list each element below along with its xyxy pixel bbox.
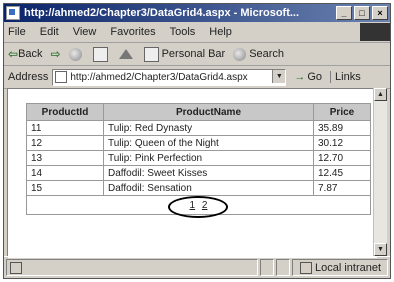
cell-productname: Tulip: Queen of the Night [103,135,314,151]
stop-button[interactable] [68,47,85,61]
zone-label: Local intranet [315,261,382,274]
links-button[interactable]: Links [330,71,361,83]
refresh-icon [92,46,108,62]
cell-productname: Tulip: Pink Perfection [103,150,314,166]
status-text [6,259,258,276]
address-url: http://ahmed2/Chapter3/DataGrid4.aspx [70,71,248,83]
cell-price: 30.12 [313,135,371,151]
menu-favorites[interactable]: Favorites [110,26,155,38]
menu-bar: File Edit View Favorites Tools Help [4,22,390,43]
address-input[interactable]: http://ahmed2/Chapter3/DataGrid4.aspx ▼ [52,68,287,86]
personal-bar-button[interactable]: Personal Bar [143,46,226,62]
back-label: Back [18,48,43,60]
go-button[interactable]: → Go [294,71,322,83]
ie-icon [6,6,20,20]
cell-price: 12.70 [313,150,371,166]
personal-bar-icon [143,46,159,62]
page-icon [55,71,68,83]
menu-help[interactable]: Help [209,26,232,38]
highlight-oval [167,195,228,218]
column-header-productid: ProductId [26,103,104,121]
menu-file[interactable]: File [8,26,26,38]
scroll-up-icon[interactable]: ▲ [374,88,387,101]
maximize-button[interactable]: □ [354,6,370,20]
forward-button[interactable]: ⇨ [51,47,61,61]
personal-bar-label: Personal Bar [161,48,226,60]
table-row: 14 Daffodil: Sweet Kisses 12.45 [26,165,371,181]
table-row: 13 Tulip: Pink Perfection 12.70 [26,150,371,166]
table-row: 11 Tulip: Red Dynasty 35.89 [26,120,371,136]
page-content: ProductId ProductName Price 11 Tulip: Re… [7,88,377,258]
status-zone: Local intranet [292,259,388,276]
menu-view[interactable]: View [73,26,97,38]
pager-link-page-2[interactable]: 2 [202,200,208,211]
cell-price: 12.45 [313,165,371,181]
status-security [276,259,290,276]
menu-edit[interactable]: Edit [40,26,59,38]
pager-row: 1 2 [26,195,371,218]
intranet-icon [300,261,312,274]
product-grid: ProductId ProductName Price 11 Tulip: Re… [26,103,371,218]
cell-productname: Daffodil: Sweet Kisses [103,165,314,181]
cell-productid: 11 [26,120,104,136]
vertical-scrollbar[interactable]: ▲ ▼ [373,88,387,256]
address-dropdown-icon[interactable]: ▼ [272,69,286,83]
cell-productname: Tulip: Red Dynasty [103,120,314,136]
scroll-down-icon[interactable]: ▼ [374,243,387,256]
refresh-button[interactable] [92,46,111,62]
status-progress [260,259,274,276]
cell-productid: 15 [26,180,104,196]
search-icon [233,47,247,61]
status-bar: Local intranet [4,256,390,278]
cell-price: 7.87 [313,180,371,196]
home-button[interactable] [118,49,136,59]
column-header-productname: ProductName [103,103,314,121]
pager-link-page-1[interactable]: 1 [190,200,196,211]
forward-arrow-icon: ⇨ [50,47,61,61]
close-button[interactable]: × [372,6,388,20]
home-icon [118,49,133,59]
back-button[interactable]: ⇦ Back [8,47,43,61]
pager-cell: 1 2 [26,195,371,218]
window-title: http://ahmed2/Chapter3/DataGrid4.aspx - … [24,7,300,19]
status-page-icon [10,261,22,274]
toolbar: ⇦ Back ⇨ Personal Bar Search [4,43,390,66]
go-label: Go [307,71,323,83]
pager: 1 2 [167,195,228,218]
windows-logo-icon [360,23,390,41]
cell-price: 35.89 [313,120,371,136]
title-bar: http://ahmed2/Chapter3/DataGrid4.aspx - … [4,4,390,22]
cell-productname: Daffodil: Sensation [103,180,314,196]
menu-tools[interactable]: Tools [170,26,196,38]
minimize-button[interactable]: _ [336,6,352,20]
stop-icon [68,47,82,61]
address-label: Address [8,71,49,83]
search-label: Search [249,48,285,60]
cell-productid: 14 [26,165,104,181]
table-row: 15 Daffodil: Sensation 7.87 [26,180,371,196]
table-row: 12 Tulip: Queen of the Night 30.12 [26,135,371,151]
back-arrow-icon: ⇦ [8,47,19,61]
browser-window: http://ahmed2/Chapter3/DataGrid4.aspx - … [3,3,391,279]
go-arrow-icon: → [294,71,306,83]
search-button[interactable]: Search [233,47,285,61]
cell-productid: 12 [26,135,104,151]
column-header-price: Price [313,103,371,121]
cell-productid: 13 [26,150,104,166]
header-row: ProductId ProductName Price [26,103,371,121]
address-bar: Address http://ahmed2/Chapter3/DataGrid4… [4,66,390,89]
